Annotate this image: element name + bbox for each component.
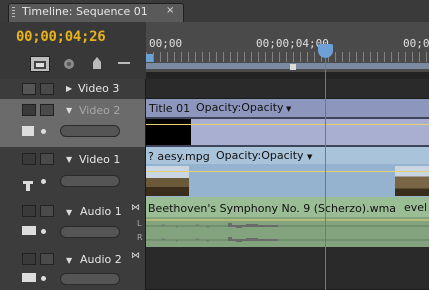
clip-name: Title 01 [149, 102, 191, 115]
stereo-icon: ⋈ [131, 251, 140, 261]
chevron-down-icon[interactable]: ▼ [307, 153, 312, 161]
keyframe-navigator[interactable] [60, 226, 120, 238]
collapse-track-icon[interactable]: ▼ [66, 155, 72, 164]
track-name: Audio 2 [80, 253, 122, 266]
speaker-icon[interactable] [22, 205, 36, 217]
keyframe-toggle-icon[interactable] [41, 179, 46, 184]
clip-thumbnail [146, 119, 191, 145]
ruler-label: 00;0 [403, 37, 429, 50]
channel-label-left: L [137, 219, 142, 228]
zoom-out-icon[interactable] [118, 62, 130, 64]
track-name: Video 2 [79, 104, 121, 117]
toggle-track-lock-icon[interactable] [40, 104, 54, 116]
clip-body [191, 119, 429, 145]
eye-icon[interactable] [22, 104, 36, 116]
current-time-indicator-line[interactable] [325, 46, 326, 290]
toggle-track-lock-icon[interactable] [40, 153, 54, 165]
toggle-track-lock-icon[interactable] [40, 253, 54, 265]
keyframe-toggle-icon[interactable] [41, 129, 46, 134]
ruler-label: 00;00 [149, 37, 183, 50]
display-style-icon[interactable] [22, 126, 34, 136]
film-icon [23, 181, 33, 191]
display-style-icon[interactable] [23, 176, 33, 191]
stereo-icon: ⋈ [131, 203, 140, 213]
keyframe-toggle-icon[interactable] [41, 276, 46, 281]
track-name: Video 3 [78, 82, 120, 95]
ruler-ticks [146, 52, 429, 62]
waveform-display-icon[interactable] [22, 226, 36, 235]
keyframe-navigator[interactable] [60, 175, 120, 187]
snap-icon [34, 61, 46, 69]
add-marker-button[interactable] [62, 56, 76, 75]
set-encore-marker-button[interactable] [92, 55, 102, 74]
clip-param[interactable]: Opacity:Opacity [216, 149, 304, 162]
toggle-track-lock-icon[interactable] [40, 83, 54, 95]
snap-toggle-button[interactable] [30, 56, 50, 72]
clip-param[interactable]: evel [404, 201, 427, 214]
in-point-marker[interactable] [146, 54, 153, 62]
work-area-handle[interactable] [290, 64, 296, 70]
collapse-track-icon[interactable]: ▼ [66, 106, 72, 115]
waveform-graphic [146, 219, 429, 242]
eye-icon[interactable] [22, 153, 36, 165]
clip-name: ? aesy.mpg [148, 150, 210, 163]
waveform-display-icon[interactable] [22, 273, 36, 282]
opacity-rubberband[interactable] [146, 124, 429, 125]
keyframe-navigator[interactable] [60, 273, 120, 285]
clip-param[interactable]: Opacity:Opacity [196, 101, 284, 114]
audio-waveform [146, 219, 429, 247]
channel-label-right: R [137, 233, 143, 242]
track-name: Video 1 [79, 153, 121, 166]
marker-icon [93, 57, 101, 69]
expand-track-icon[interactable]: ▶ [66, 84, 72, 93]
marker-icon [64, 59, 74, 69]
opacity-rubberband[interactable] [146, 171, 429, 172]
keyframe-navigator[interactable] [60, 125, 120, 137]
toggle-track-output-icon[interactable] [22, 83, 36, 95]
clip-name: Beethoven's Symphony No. 9 (Scherzo).wma [148, 202, 397, 215]
chevron-down-icon[interactable]: ▼ [286, 105, 291, 113]
track-name: Audio 1 [80, 205, 122, 218]
collapse-track-icon[interactable]: ▼ [66, 208, 72, 217]
current-timecode[interactable]: 00;00;04;26 [16, 29, 106, 45]
speaker-icon[interactable] [22, 253, 36, 265]
collapse-track-icon[interactable]: ▼ [66, 256, 72, 265]
keyframe-toggle-icon[interactable] [41, 229, 46, 234]
close-icon[interactable]: × [166, 5, 174, 16]
toggle-track-lock-icon[interactable] [40, 205, 54, 217]
tab-title: Timeline: Sequence 01 [22, 5, 148, 18]
grip-icon[interactable] [12, 7, 15, 19]
work-area-bar[interactable] [146, 63, 429, 69]
